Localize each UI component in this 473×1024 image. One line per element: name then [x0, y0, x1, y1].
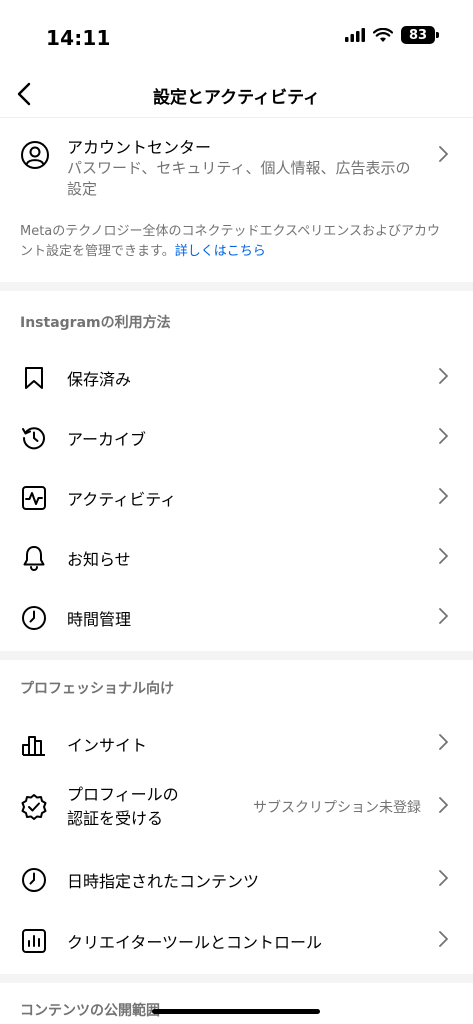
- chevron-right-icon: [439, 368, 448, 388]
- page-title: 設定とアクティビティ: [152, 88, 321, 108]
- insights-row[interactable]: インサイト: [0, 714, 473, 774]
- verified-badge-icon: [20, 793, 48, 821]
- account-center-row[interactable]: アカウントセンター パスワード、セキュリティ、個人情報、広告表示の設定: [0, 120, 473, 210]
- bell-icon: [20, 544, 48, 572]
- scheduled-content-row[interactable]: 日時指定されたコンテンツ: [0, 850, 473, 910]
- section-header-professional: プロフェッショナル向け: [20, 681, 174, 697]
- home-indicator: [152, 1009, 320, 1014]
- saved-row[interactable]: 保存済み: [0, 348, 473, 408]
- archive-label: アーカイブ: [67, 430, 147, 449]
- verification-row[interactable]: プロフィールの 認証を受ける サブスクリプション未登録: [0, 774, 473, 840]
- bookmark-icon: [20, 364, 48, 392]
- activity-icon: [20, 484, 48, 512]
- activity-row[interactable]: アクティビティ: [0, 468, 473, 528]
- chevron-right-icon: [439, 797, 448, 817]
- bar-chart-icon: [20, 730, 48, 758]
- learn-more-link[interactable]: 詳しくはこちら: [175, 244, 266, 259]
- clock-icon: [20, 866, 48, 894]
- chevron-right-icon: [439, 734, 448, 754]
- person-circle-icon: [20, 140, 50, 174]
- wifi-icon: [373, 27, 393, 42]
- battery-indicator: 83: [401, 26, 439, 44]
- verification-label-line1: プロフィールの: [67, 785, 179, 804]
- status-bar: 14:11 83: [0, 0, 473, 74]
- verification-label-line2: 認証を受ける: [67, 809, 164, 828]
- chevron-right-icon: [439, 608, 448, 628]
- time-management-label: 時間管理: [67, 610, 132, 629]
- creator-tools-row[interactable]: クリエイターツールとコントロール: [0, 911, 473, 971]
- account-center-subtitle: パスワード、セキュリティ、個人情報、広告表示の設定: [67, 159, 411, 198]
- saved-label: 保存済み: [67, 370, 132, 389]
- section-divider: [0, 282, 473, 291]
- activity-label: アクティビティ: [67, 490, 177, 509]
- chevron-right-icon: [439, 146, 448, 166]
- section-divider: [0, 974, 473, 983]
- section-divider: [0, 651, 473, 660]
- meta-info-note: Metaのテクノロジー全体のコネクテッドエクスペリエンスおよびアカウント設定を管…: [20, 222, 450, 262]
- clock-icon: [20, 604, 48, 632]
- chevron-right-icon: [439, 548, 448, 568]
- scheduled-content-label: 日時指定されたコンテンツ: [67, 872, 260, 891]
- notifications-row[interactable]: お知らせ: [0, 528, 473, 588]
- chevron-right-icon: [439, 428, 448, 448]
- status-icons: 83: [345, 26, 439, 44]
- chart-square-icon: [20, 927, 48, 955]
- creator-tools-label: クリエイターツールとコントロール: [67, 933, 323, 952]
- insights-label: インサイト: [67, 736, 148, 755]
- archive-row[interactable]: アーカイブ: [0, 408, 473, 468]
- verification-label: プロフィールの 認証を受ける: [67, 783, 179, 831]
- section-header-usage: Instagramの利用方法: [20, 315, 171, 331]
- status-time: 14:11: [46, 26, 111, 50]
- time-management-row[interactable]: 時間管理: [0, 588, 473, 648]
- chevron-right-icon: [439, 488, 448, 508]
- signal-icon: [345, 28, 365, 42]
- nav-bar: 設定とアクティビティ: [0, 74, 473, 118]
- section-header-visibility: コンテンツの公開範囲: [20, 1003, 160, 1019]
- archive-clock-icon: [20, 424, 48, 452]
- chevron-right-icon: [439, 870, 448, 890]
- notifications-label: お知らせ: [67, 550, 131, 569]
- chevron-right-icon: [439, 931, 448, 951]
- account-center-title: アカウントセンター: [67, 138, 212, 157]
- subscription-status: サブスクリプション未登録: [253, 800, 421, 816]
